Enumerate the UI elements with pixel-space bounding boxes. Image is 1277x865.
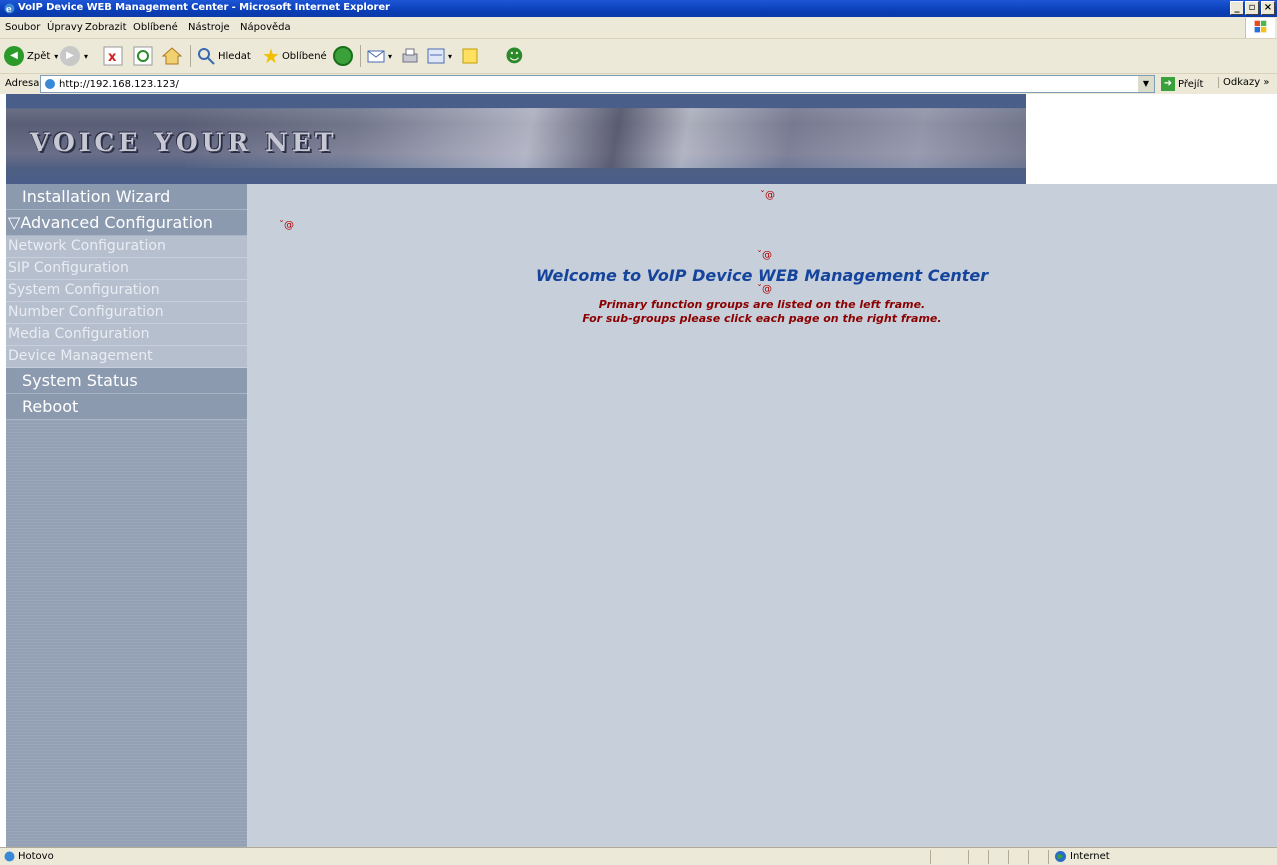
nav-reboot[interactable]: Reboot <box>6 394 247 420</box>
browser-content: VOICE YOUR NET Installation Wizard ▽Adva… <box>0 94 1277 847</box>
status-divider <box>968 850 969 864</box>
stop-icon: x <box>103 46 123 66</box>
window-title: VoIP Device WEB Management Center - Micr… <box>18 2 390 13</box>
address-input[interactable]: http://192.168.123.123/ ▼ <box>40 75 1155 93</box>
refresh-icon <box>133 46 153 66</box>
mail-button[interactable]: ▾ <box>366 43 392 69</box>
discuss-button[interactable] <box>460 43 480 69</box>
print-icon <box>402 48 418 63</box>
nav-installation-wizard[interactable]: Installation Wizard <box>6 184 247 210</box>
address-label: Adresa <box>5 78 40 89</box>
go-button[interactable]: ➜ Přejít <box>1161 77 1203 91</box>
nav-advanced-configuration-label: Advanced Configuration <box>20 213 213 232</box>
menu-bar: Soubor Úpravy Zobrazit Oblíbené Nástroje… <box>0 17 1277 39</box>
links-button[interactable]: Odkazy » <box>1218 77 1269 88</box>
info-line-primary: Primary function groups are listed on th… <box>598 298 926 311</box>
close-button[interactable]: × <box>1261 1 1275 15</box>
menu-favorites[interactable]: Oblíbené <box>133 22 178 33</box>
menu-help[interactable]: Nápověda <box>240 22 291 33</box>
menu-view[interactable]: Zobrazit <box>85 22 127 33</box>
toolbar: ◀ Zpět ▾ ▶ ▾ x Hledat ★ Oblíbené ▾ ▾ ☻ <box>0 39 1277 74</box>
forward-arrow-icon: ▶ <box>60 46 80 66</box>
nav-device-management[interactable]: Device Management <box>6 346 247 368</box>
back-button[interactable]: ◀ Zpět ▾ <box>4 43 58 69</box>
zone-text: Internet <box>1070 851 1110 862</box>
minimize-button[interactable]: _ <box>1230 1 1244 15</box>
star-icon: ★ <box>262 44 280 68</box>
search-icon <box>198 48 215 65</box>
banner-logo-text: VOICE YOUR NET <box>30 128 338 157</box>
print-button[interactable] <box>400 43 420 69</box>
welcome-heading: Welcome to VoIP Device WEB Management Ce… <box>535 266 989 285</box>
nav-system-configuration[interactable]: System Configuration <box>6 280 247 302</box>
history-icon <box>333 46 353 66</box>
menu-tools[interactable]: Nástroje <box>188 22 230 33</box>
chevron-down-icon: ▾ <box>448 51 453 61</box>
note-icon <box>462 48 478 64</box>
chevron-down-icon: ▾ <box>388 51 393 61</box>
messenger-icon: ☻ <box>505 45 524 67</box>
refresh-button[interactable] <box>133 43 153 69</box>
page-icon <box>45 79 55 89</box>
triangle-down-icon: ▽ <box>8 213 21 232</box>
nav-advanced-configuration[interactable]: ▽Advanced Configuration <box>6 210 247 236</box>
back-label: Zpět <box>27 50 51 62</box>
status-divider <box>1008 850 1009 864</box>
nav-media-configuration[interactable]: Media Configuration <box>6 324 247 346</box>
search-label: Hledat <box>218 50 251 62</box>
menu-edit[interactable]: Úpravy <box>47 22 83 33</box>
broken-image-marker: ˇ@ <box>279 220 294 231</box>
chevron-down-icon: ▾ <box>54 51 59 61</box>
internet-zone-icon <box>1055 851 1066 862</box>
voice-your-net-banner: VOICE YOUR NET <box>6 94 1026 184</box>
ie-app-icon: e <box>4 3 15 15</box>
status-divider <box>1028 850 1029 864</box>
home-button[interactable] <box>161 43 183 69</box>
address-dropdown-icon[interactable]: ▼ <box>1138 76 1154 92</box>
svg-text:e: e <box>6 5 12 15</box>
stop-button[interactable]: x <box>103 43 123 69</box>
svg-text:x: x <box>108 50 117 65</box>
broken-image-marker: ˇ@ <box>760 190 775 201</box>
messenger-button[interactable]: ☻ <box>505 43 524 69</box>
nav-system-status[interactable]: System Status <box>6 368 247 394</box>
nav-number-configuration[interactable]: Number Configuration <box>6 302 247 324</box>
history-button[interactable] <box>333 43 353 69</box>
edit-button[interactable]: ▾ <box>426 43 452 69</box>
status-text: Hotovo <box>18 851 54 862</box>
favorites-label: Oblíbené <box>281 50 327 62</box>
broken-image-marker: ˇ@ <box>757 250 772 261</box>
links-label: Odkazy <box>1223 77 1261 88</box>
page-done-icon <box>4 851 15 862</box>
back-arrow-icon: ◀ <box>4 46 24 66</box>
home-icon <box>161 47 183 65</box>
address-url: http://192.168.123.123/ <box>59 79 179 90</box>
broken-image-marker: ˇ@ <box>757 284 772 295</box>
go-label: Přejít <box>1178 78 1204 90</box>
status-bar: Hotovo Internet <box>0 847 1277 865</box>
maximize-button[interactable]: ▫ <box>1245 1 1259 15</box>
windows-logo-icon <box>1245 18 1275 38</box>
go-arrow-icon: ➜ <box>1161 77 1175 91</box>
status-divider <box>988 850 989 864</box>
info-line-subgroups: For sub-groups please click each page on… <box>582 312 942 325</box>
chevron-down-icon: ▾ <box>84 51 89 61</box>
left-navigation: Installation Wizard ▽Advanced Configurat… <box>6 184 247 847</box>
status-divider <box>1048 850 1049 864</box>
nav-sip-configuration[interactable]: SIP Configuration <box>6 258 247 280</box>
forward-button[interactable]: ▶ ▾ <box>60 43 88 69</box>
status-divider <box>930 850 931 864</box>
favorites-button[interactable]: ★ Oblíbené <box>262 43 327 69</box>
menu-file[interactable]: Soubor <box>5 22 40 33</box>
nav-network-configuration[interactable]: Network Configuration <box>6 236 247 258</box>
mail-icon <box>367 50 385 63</box>
edit-page-icon <box>427 48 445 64</box>
search-button[interactable]: Hledat <box>196 43 251 69</box>
main-frame: ˇ@ ˇ@ ˇ@ Welcome to VoIP Device WEB Mana… <box>247 184 1277 847</box>
address-bar: Adresa http://192.168.123.123/ ▼ ➜ Přejí… <box>0 74 1277 94</box>
title-bar: e VoIP Device WEB Management Center - Mi… <box>0 0 1277 17</box>
